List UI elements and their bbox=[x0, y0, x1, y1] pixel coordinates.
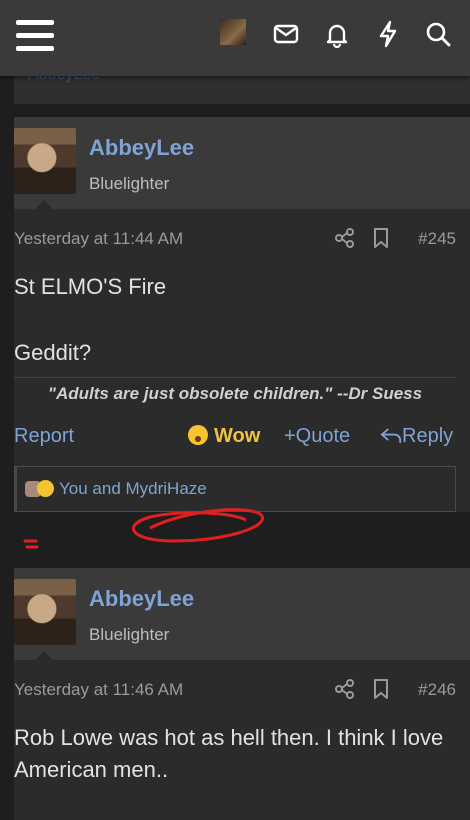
reply-label: Reply bbox=[402, 425, 454, 447]
post-body-line: Rob Lowe was hot as hell then. I think I… bbox=[14, 725, 444, 782]
search-icon[interactable] bbox=[424, 20, 452, 48]
top-navigation-bar bbox=[0, 0, 470, 76]
post-245: AbbeyLee Bluelighter Yesterday at 11:44 … bbox=[0, 117, 470, 526]
post-header: AbbeyLee Bluelighter bbox=[14, 568, 470, 661]
previous-post-tail: AbbeyLee bbox=[14, 76, 470, 104]
avatar[interactable] bbox=[14, 579, 76, 645]
share-icon[interactable] bbox=[334, 227, 356, 249]
report-link[interactable]: Report bbox=[14, 425, 74, 448]
avatar[interactable] bbox=[14, 128, 76, 194]
post-body-line: St ELMO'S Fire bbox=[14, 274, 167, 299]
user-avatar[interactable] bbox=[220, 19, 246, 45]
mail-icon[interactable] bbox=[272, 20, 300, 48]
post-246: AbbeyLee Bluelighter Yesterday at 11:46 … bbox=[14, 568, 470, 820]
user-title: Bluelighter bbox=[89, 625, 170, 644]
username[interactable]: AbbeyLee bbox=[89, 135, 194, 161]
reactions-bar[interactable]: You and MydriHaze bbox=[14, 466, 456, 512]
wow-label: Wow bbox=[214, 425, 261, 447]
bell-icon[interactable] bbox=[323, 20, 351, 49]
post-meta: Yesterday at 11:46 AM #246 bbox=[14, 660, 470, 704]
reply-button[interactable]: Reply bbox=[380, 425, 453, 448]
previous-post-username[interactable]: AbbeyLee bbox=[28, 76, 100, 84]
bookmark-icon[interactable] bbox=[372, 227, 390, 249]
post-number[interactable]: #246 bbox=[418, 680, 456, 700]
signature: "Adults are just obsolete children." --D… bbox=[14, 377, 456, 410]
post-header: AbbeyLee Bluelighter bbox=[14, 117, 470, 210]
user-title: Bluelighter bbox=[89, 174, 170, 193]
post-body-line: Geddit? bbox=[14, 340, 92, 365]
bookmark-icon[interactable] bbox=[372, 678, 390, 700]
lightning-icon[interactable] bbox=[374, 20, 402, 48]
share-icon[interactable] bbox=[334, 678, 356, 700]
post-actions: Report Wow +Quote Reply bbox=[14, 410, 470, 466]
post-meta: Yesterday at 11:44 AM #245 bbox=[14, 209, 470, 253]
post-number[interactable]: #245 bbox=[418, 229, 456, 249]
wow-reaction-icon bbox=[37, 480, 54, 497]
quote-button[interactable]: +Quote bbox=[284, 425, 350, 448]
reactions-summary[interactable]: You and MydriHaze bbox=[59, 479, 207, 499]
wow-reaction-button[interactable]: Wow bbox=[188, 425, 260, 448]
post-body: St ELMO'S Fire Geddit? bbox=[14, 253, 470, 369]
hamburger-menu-icon[interactable] bbox=[16, 20, 54, 52]
wow-emoji-icon bbox=[188, 425, 208, 445]
post-body: Rob Lowe was hot as hell then. I think I… bbox=[14, 704, 470, 786]
username[interactable]: AbbeyLee bbox=[89, 586, 194, 612]
post-date[interactable]: Yesterday at 11:46 AM bbox=[14, 680, 183, 700]
post-date[interactable]: Yesterday at 11:44 AM bbox=[14, 229, 183, 249]
